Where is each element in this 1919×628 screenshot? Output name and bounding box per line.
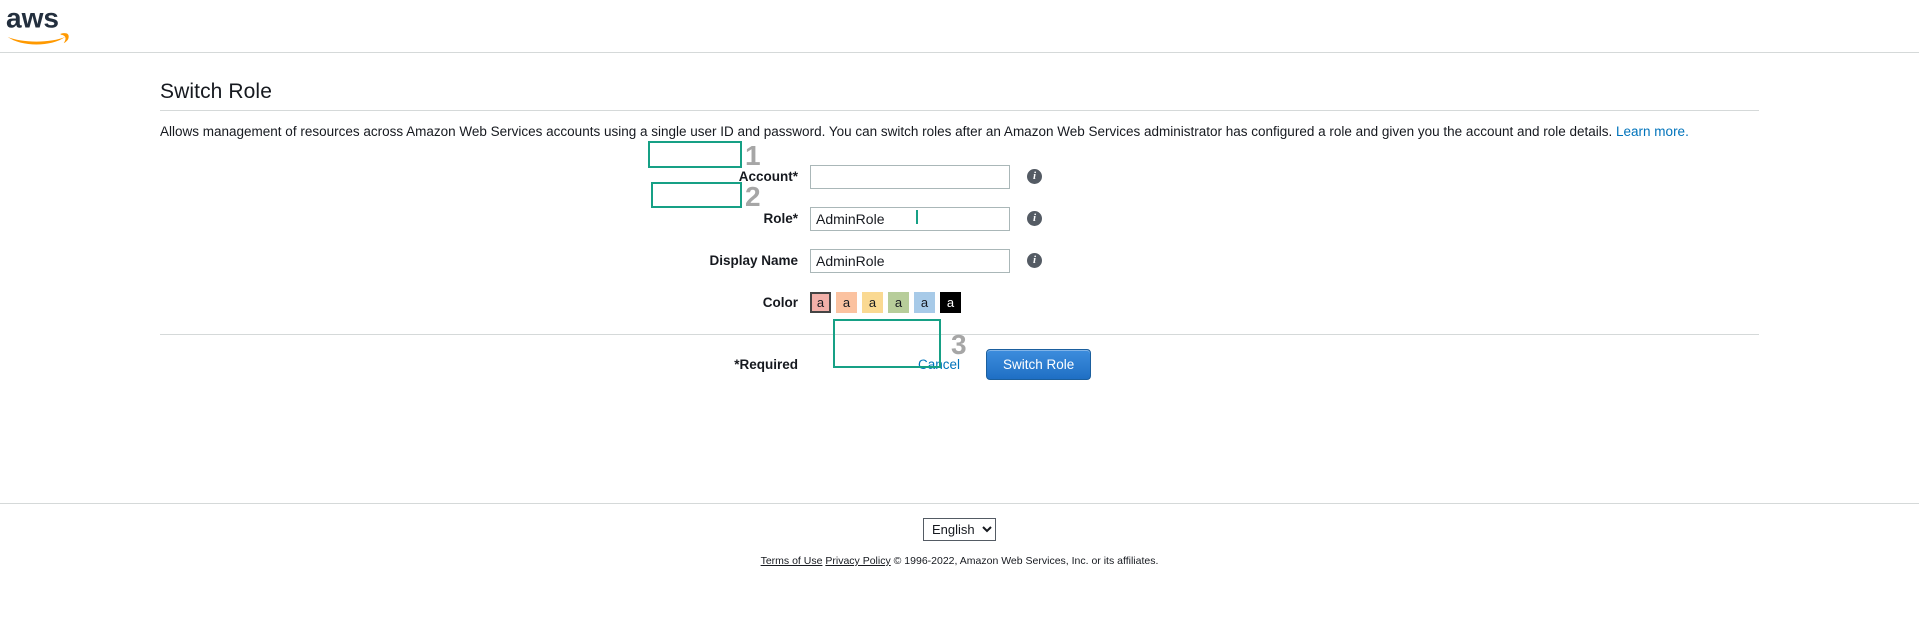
switch-role-button[interactable]: Switch Role xyxy=(986,348,1092,380)
form-row-display-name: Display Name i xyxy=(160,247,1759,274)
color-swatch-green[interactable]: a xyxy=(888,292,909,313)
required-note: *Required xyxy=(734,356,798,372)
page-content: Switch Role Allows management of resourc… xyxy=(0,53,1919,393)
color-swatch-yellow[interactable]: a xyxy=(862,292,883,313)
display-name-input[interactable] xyxy=(810,248,1010,273)
display-name-label: Display Name xyxy=(709,253,798,268)
color-swatch-salmon[interactable]: a xyxy=(810,292,831,313)
switch-role-form: Account* i Role* i Display Name i Color … xyxy=(160,163,1759,316)
display-name-field-wrap xyxy=(810,248,1010,273)
description-text: Allows management of resources across Am… xyxy=(160,124,1617,139)
account-label: Account* xyxy=(738,169,798,184)
privacy-policy-link[interactable]: Privacy Policy xyxy=(825,555,890,567)
account-field-wrap xyxy=(810,164,1010,189)
aws-logo[interactable]: aws xyxy=(6,2,84,50)
form-row-role: Role* i xyxy=(160,205,1759,232)
color-swatch-group: aaaaaa xyxy=(810,292,961,313)
terms-of-use-link[interactable]: Terms of Use xyxy=(761,555,823,567)
form-actions: *Required Cancel Switch Role xyxy=(160,335,1759,393)
role-info-icon[interactable]: i xyxy=(1027,211,1042,226)
display-name-info-icon[interactable]: i xyxy=(1027,253,1042,268)
account-info-icon[interactable]: i xyxy=(1027,169,1042,184)
learn-more-link[interactable]: Learn more. xyxy=(1616,124,1689,139)
page-title: Switch Role xyxy=(160,80,272,103)
site-header: aws xyxy=(0,0,1919,53)
page-footer: English Terms of Use Privacy Policy © 19… xyxy=(0,503,1919,567)
account-input[interactable] xyxy=(810,164,1010,189)
footer-legal: Terms of Use Privacy Policy © 1996-2022,… xyxy=(0,555,1919,567)
role-label: Role* xyxy=(763,211,798,226)
color-swatch-peach[interactable]: a xyxy=(836,292,857,313)
color-label: Color xyxy=(762,295,798,310)
language-select[interactable]: English xyxy=(923,518,996,541)
form-row-account: Account* i xyxy=(160,163,1759,190)
copyright-text: © 1996-2022, Amazon Web Services, Inc. o… xyxy=(893,555,1159,567)
role-field-wrap xyxy=(810,206,1010,231)
svg-text:aws: aws xyxy=(6,3,59,34)
cancel-link[interactable]: Cancel xyxy=(918,357,960,372)
color-swatch-blue[interactable]: a xyxy=(914,292,935,313)
title-divider xyxy=(160,110,1759,111)
color-swatch-black[interactable]: a xyxy=(940,292,961,313)
page-description: Allows management of resources across Am… xyxy=(160,123,1759,141)
form-row-color: Color aaaaaa xyxy=(160,289,1759,316)
role-input[interactable] xyxy=(810,206,1010,231)
